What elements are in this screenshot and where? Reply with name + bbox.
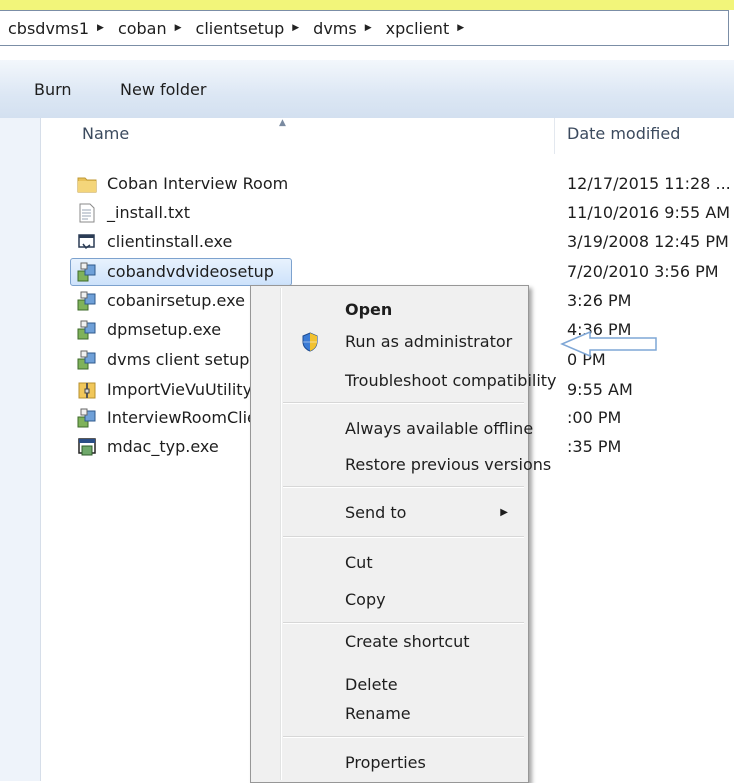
file-name: clientinstall.exe [107,232,233,251]
installer-icon [77,291,96,311]
installer-icon [77,408,96,428]
menu-item-label: Cut [345,553,373,572]
menu-item-create-shortcut[interactable]: Create shortcut [253,606,526,651]
uac-shield-icon [302,332,318,352]
installer-icon [77,262,96,282]
file-name: dpmsetup.exe [107,320,222,339]
breadcrumb-chevron-icon[interactable]: ▶ [361,23,378,33]
menu-item-label: Rename [345,704,411,723]
breadcrumb-clientsetup[interactable]: clientsetup ▶ [188,19,306,38]
menu-item-rename[interactable]: Rename [253,699,526,729]
context-menu: Open Run as administrator Troubleshoot c… [250,285,557,783]
menu-item-label: Send to [345,503,407,522]
file-row[interactable]: Coban Interview Room 12/17/2015 11:28 ..… [41,170,734,198]
column-header-date[interactable]: Date modified [567,124,680,143]
file-row[interactable]: _install.txt 11/10/2016 9:55 AM [41,199,734,227]
navigation-pane[interactable] [0,118,40,781]
breadcrumb-label: cbsdvms1 [8,18,90,38]
breadcrumb-xpclient[interactable]: xpclient ▶ [378,19,471,38]
exe-icon [78,234,95,250]
menu-item-label: Restore previous versions [345,455,552,474]
burn-button[interactable]: Burn [34,80,72,99]
sort-ascending-icon: ▲ [279,118,286,128]
zip-icon [78,382,96,399]
installer-icon [77,350,96,370]
file-date: 11/10/2016 9:55 AM [567,203,731,222]
file-date: :00 PM [567,408,622,427]
menu-item-send-to[interactable]: Send to ▶ [253,498,526,528]
menu-item-label: Always available offline [345,419,534,438]
menu-item-open[interactable]: Open [253,295,526,325]
file-row-selected[interactable]: cobandvdvideosetup 7/20/2010 3:56 PM [41,258,734,286]
file-name: dvms client setup.ex [107,350,274,369]
menu-item-properties[interactable]: Properties [253,748,526,778]
setup-icon [78,438,96,456]
file-date: 7/20/2010 3:56 PM [567,262,719,281]
file-date: 3/19/2008 12:45 PM [567,232,729,251]
file-name: _install.txt [107,203,190,222]
address-bar[interactable]: cbsdvms1 ▶ coban ▶ clientsetup ▶ dvms ▶ … [0,10,729,46]
column-header: ▲ Name Date modified [41,118,734,154]
file-date: 12/17/2015 11:28 ... [567,174,731,193]
menu-item-label: Properties [345,753,426,772]
breadcrumb-cbsdvms1[interactable]: cbsdvms1 ▶ [0,19,110,38]
menu-separator [283,536,524,538]
menu-item-delete[interactable]: Delete [253,670,526,700]
breadcrumb-chevron-icon[interactable]: ▶ [93,23,110,33]
installer-icon [77,320,96,340]
breadcrumb-coban[interactable]: coban ▶ [110,19,188,38]
text-file-icon [79,203,95,223]
file-name: InterviewRoomClien [107,408,268,427]
menu-item-label: Create shortcut [345,632,470,651]
file-name: cobandvdvideosetup [107,262,274,281]
menu-item-cut[interactable]: Cut [253,548,526,578]
menu-separator [283,736,524,738]
menu-item-label: Delete [345,675,398,694]
breadcrumb-chevron-icon[interactable]: ▶ [171,23,188,33]
column-header-name[interactable]: Name [82,124,129,143]
spacer [0,46,734,60]
callout-arrow-icon [560,330,657,358]
breadcrumb-label: dvms [313,18,357,38]
menu-item-label: Run as administrator [345,332,513,351]
menu-separator [283,402,524,404]
menu-item-restore-previous-versions[interactable]: Restore previous versions [253,450,551,480]
breadcrumb-label: xpclient [385,18,450,38]
folder-icon [77,177,97,193]
menu-separator [283,486,524,488]
submenu-arrow-icon: ▶ [500,507,508,518]
file-date: :35 PM [567,437,622,456]
file-date: 3:26 PM [567,291,632,310]
menu-item-always-available-offline[interactable]: Always available offline [253,414,533,444]
highlight-strip [0,0,734,10]
menu-item-label: Open [345,300,393,319]
menu-item-label: Troubleshoot compatibility [345,371,557,390]
new-folder-button[interactable]: New folder [120,80,206,99]
file-row[interactable]: clientinstall.exe 3/19/2008 12:45 PM [41,228,734,256]
file-name: Coban Interview Room [107,174,289,193]
breadcrumb-chevron-icon[interactable]: ▶ [288,23,305,33]
file-name: cobanirsetup.exe [107,291,245,310]
breadcrumb-dvms[interactable]: dvms ▶ [305,19,377,38]
command-bar: Burn New folder [0,60,734,119]
file-name: ImportVieVuUtility.zi [107,380,268,399]
file-date: 9:55 AM [567,380,633,399]
menu-item-run-as-administrator[interactable]: Run as administrator [253,327,526,357]
file-name: mdac_typ.exe [107,437,219,456]
breadcrumb-label: clientsetup [195,18,285,38]
menu-item-troubleshoot-compatibility[interactable]: Troubleshoot compatibility [253,366,557,396]
column-divider[interactable] [554,118,555,154]
breadcrumb-label: coban [117,18,167,38]
breadcrumb-chevron-icon[interactable]: ▶ [453,23,470,33]
